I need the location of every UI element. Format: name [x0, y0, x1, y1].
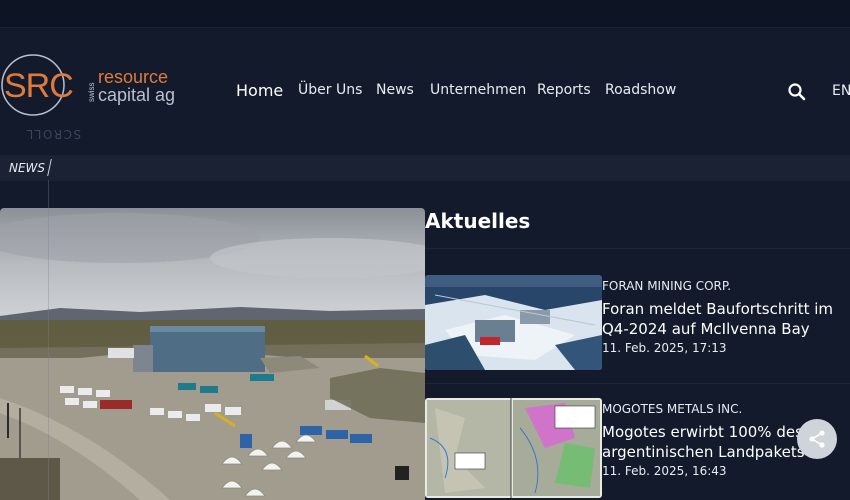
news-date: 11. Feb. 2025, 16:43: [602, 464, 727, 478]
nav-home[interactable]: Home: [236, 81, 283, 100]
search-button[interactable]: [787, 82, 807, 102]
news-item[interactable]: FORAN MINING CORP. Foran meldet Bauforts…: [425, 275, 850, 370]
news-thumbnail[interactable]: [425, 275, 602, 370]
nav-reports[interactable]: Reports: [537, 82, 591, 98]
language-switch[interactable]: EN: [832, 83, 850, 99]
share-button[interactable]: [797, 419, 837, 459]
divider: [425, 248, 850, 249]
share-icon: [809, 430, 825, 448]
news-title[interactable]: Foran meldet Baufortschritt im Q4-2024 a…: [602, 299, 850, 339]
nav-roadshow[interactable]: Roadshow: [605, 82, 676, 98]
logo-line2: capital ag: [98, 85, 175, 105]
divider: [425, 383, 850, 384]
news-date: 11. Feb. 2025, 17:13: [602, 341, 727, 355]
hero-image[interactable]: [0, 208, 425, 500]
top-strip: [0, 0, 850, 28]
breadcrumb-separator: [47, 159, 52, 176]
section-title: Aktuelles: [425, 209, 531, 233]
nav-unternehmen[interactable]: Unternehmen: [430, 82, 526, 98]
breadcrumb-bar: NEWS: [0, 155, 850, 181]
logo-letters: SRC: [4, 67, 73, 105]
nav-ueber-uns[interactable]: Über Uns: [298, 82, 362, 98]
scroll-guide-line: [48, 180, 49, 500]
news-thumbnail[interactable]: [425, 398, 602, 498]
news-company: FORAN MINING CORP.: [602, 279, 732, 293]
search-icon: [788, 83, 806, 101]
news-company: MOGOTES METALS INC.: [602, 402, 743, 416]
logo-swiss: swiss: [87, 82, 96, 102]
scroll-hint: SCROLL: [25, 127, 82, 141]
breadcrumb-news[interactable]: NEWS: [9, 161, 45, 175]
nav-news[interactable]: News: [376, 82, 414, 98]
news-item[interactable]: MOGOTES METALS INC. Mogotes erwirbt 100%…: [425, 398, 850, 498]
src-logo[interactable]: SRC swiss resource capital ag: [0, 50, 190, 120]
logo-line1: resource: [98, 67, 168, 87]
